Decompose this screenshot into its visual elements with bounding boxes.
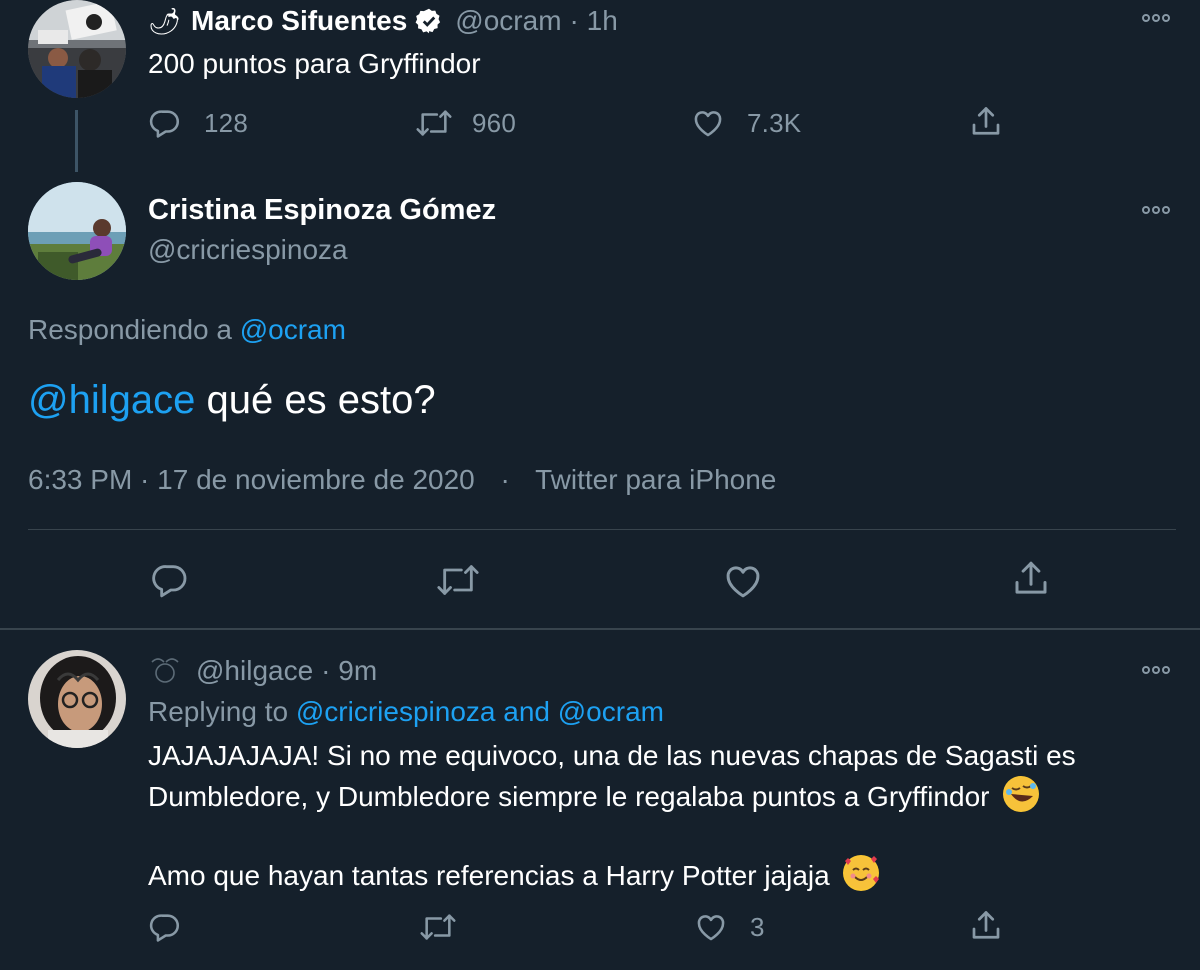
tweet2-more-icon[interactable] <box>1136 200 1176 220</box>
tweet-thread: 🌶 Marco Sifuentes @ocram · 1h 200 puntos… <box>0 0 1200 970</box>
tweet2-body: qué es esto? <box>206 378 436 422</box>
tweet2-timestamp[interactable]: 6:33 PM · 17 de noviembre de 2020 <box>28 464 475 495</box>
retweet-icon <box>418 910 458 944</box>
tweet3-handle[interactable]: @hilgace <box>196 655 313 687</box>
tweet3-retweet-button[interactable] <box>418 910 458 944</box>
tweet1-time[interactable]: · 1h <box>570 5 618 37</box>
tweet3-like-button[interactable]: 3 <box>694 910 765 944</box>
tweet2-source[interactable]: Twitter para iPhone <box>535 464 776 495</box>
tweet3-reply-button[interactable] <box>148 910 182 944</box>
tweet3-line1: JAJAJAJAJA! Si no me equivoco, una de la… <box>148 740 1076 771</box>
tweet1-reply-button[interactable]: 128 <box>148 106 248 140</box>
tweet2-replying-to: Respondiendo a @ocram <box>28 314 346 346</box>
thread-connector-line <box>75 110 78 172</box>
tweet1-like-count: 7.3K <box>747 107 802 138</box>
reply-icon <box>150 560 190 600</box>
tweet3-time[interactable]: · 9m <box>321 655 377 687</box>
replying-prefix: Replying to <box>148 696 289 727</box>
heart-icon <box>691 106 725 140</box>
tweet3-header: @hilgace · 9m <box>148 652 377 690</box>
meta-separator: · <box>500 464 510 495</box>
tweet1-text: 200 puntos para Gryffindor <box>148 48 481 79</box>
divider <box>28 529 1176 530</box>
chili-emoji: 🌶 <box>148 5 182 36</box>
retweet-icon <box>434 560 482 600</box>
replying-handles[interactable]: @cricriespinoza and @ocram <box>296 696 664 727</box>
tweet3-line2-wrap: Dumbledore, y Dumbledore siempre le rega… <box>148 776 1178 817</box>
tweet1-like-button[interactable]: 7.3K <box>691 106 801 140</box>
tweet2-share-button[interactable] <box>1010 558 1052 600</box>
tweet1-header: 🌶 Marco Sifuentes @ocram · 1h <box>148 2 618 40</box>
tweet1-reply-count: 128 <box>204 107 248 138</box>
mention-hilgace[interactable]: @hilgace <box>28 378 195 422</box>
share-icon <box>968 908 1004 944</box>
rolling-laughing-emoji-icon <box>1003 776 1040 812</box>
tweet1-more-icon[interactable] <box>1136 8 1176 28</box>
tweet3-replying-to: Replying to @cricriespinoza and @ocram <box>148 696 664 728</box>
tweet3-like-count: 3 <box>750 911 765 942</box>
tweet2-meta: 6:33 PM · 17 de noviembre de 2020 · Twit… <box>28 464 776 496</box>
tweet2-like-button[interactable] <box>722 560 764 602</box>
smiling-hearts-emoji-icon <box>843 855 880 891</box>
tweet1-retweet-button[interactable]: 960 <box>414 106 516 140</box>
tweet3-more-icon[interactable] <box>1136 660 1176 680</box>
tweet2-retweet-button[interactable] <box>434 560 482 600</box>
tweet2-display-name[interactable]: Cristina Espinoza Gómez <box>148 194 496 227</box>
avatar-hilgace[interactable] <box>28 650 126 748</box>
replying-prefix: Respondiendo a <box>28 314 232 345</box>
tweet1-handle[interactable]: @ocram <box>455 5 561 37</box>
tweet3-line2: Dumbledore, y Dumbledore siempre le rega… <box>148 781 990 812</box>
tweet1-share-button[interactable] <box>968 104 1004 140</box>
tweet2-text: @hilgace qué es esto? <box>28 378 436 423</box>
tweet1-display-name[interactable]: Marco Sifuentes <box>191 5 407 37</box>
reply-icon <box>148 910 182 944</box>
verified-badge-icon <box>415 7 443 35</box>
tweet3-share-button[interactable] <box>968 908 1004 944</box>
share-icon <box>968 104 1004 140</box>
avatar-cristina[interactable] <box>28 182 126 280</box>
tweet3-line3: Amo que hayan tantas referencias a Harry… <box>148 860 830 891</box>
tweet1-retweet-count: 960 <box>472 107 516 138</box>
heart-icon <box>722 560 764 602</box>
retweet-icon <box>414 106 454 140</box>
replying-handle-ocram[interactable]: @ocram <box>240 314 346 345</box>
avatar-marco[interactable] <box>28 0 126 98</box>
tweet3-line3-wrap: Amo que hayan tantas referencias a Harry… <box>148 855 1178 896</box>
tweet3-text: JAJAJAJAJA! Si no me equivoco, una de la… <box>148 736 1178 896</box>
share-icon <box>1010 558 1052 600</box>
tweet2-handle[interactable]: @cricriespinoza <box>148 234 348 266</box>
display-name-icon <box>148 656 182 686</box>
heart-icon <box>694 910 728 944</box>
tweet2-reply-button[interactable] <box>150 560 190 600</box>
reply-icon <box>148 106 182 140</box>
section-divider <box>0 628 1200 630</box>
